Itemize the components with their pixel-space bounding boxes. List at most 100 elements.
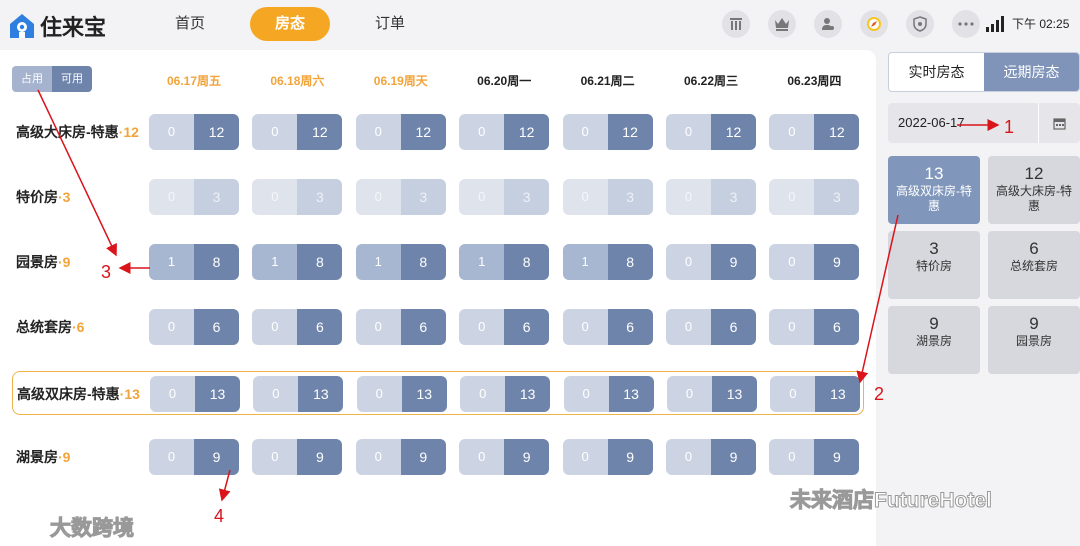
crown-icon[interactable] bbox=[768, 10, 796, 38]
room-day-cell[interactable]: 09 bbox=[769, 244, 860, 280]
room-type-row[interactable]: 高级双床房-特惠·13 0 13 0 13 0 13 0 13 0 13 0 13 0 13 bbox=[12, 371, 864, 415]
occupied-count: 0 bbox=[149, 114, 194, 150]
room-day-cell[interactable]: 06 bbox=[149, 309, 239, 345]
room-day-cell[interactable]: 0 12 bbox=[355, 114, 446, 150]
room-type-tile[interactable]: 9 园景房 bbox=[988, 306, 1080, 374]
building-icon[interactable] bbox=[722, 10, 750, 38]
right-panel: 实时房态 远期房态 2022-06-17 13 高级双床房-特惠 12 高级大床房-特… bbox=[876, 50, 1080, 546]
available-count: 6 bbox=[504, 309, 550, 345]
room-type-row[interactable]: 特价房·3 0 3 0 3 0 3 0 3 0 3 0 3 0 3 bbox=[12, 175, 864, 219]
available-count: 12 bbox=[607, 114, 653, 150]
room-type-row[interactable]: 园景房·9 1 8 1 8 1 8 1 8 1 8 0 9 0 9 bbox=[12, 240, 864, 284]
tile-count: 12 bbox=[1024, 164, 1044, 183]
room-day-cell[interactable]: 06 bbox=[459, 309, 550, 345]
room-day-cell[interactable]: 0 13 bbox=[667, 376, 757, 412]
room-day-cell[interactable]: 06 bbox=[562, 309, 653, 345]
room-day-cell[interactable]: 0 12 bbox=[252, 114, 343, 150]
room-type-row[interactable]: 湖景房·9 0 9 0 9 0 9 0 9 0 9 0 9 0 9 bbox=[12, 435, 864, 479]
tab-realtime-status[interactable]: 实时房态 bbox=[889, 53, 984, 91]
room-day-cell[interactable]: 0 12 bbox=[666, 114, 756, 150]
room-day-cell[interactable]: 06 bbox=[666, 309, 756, 345]
room-day-cell[interactable]: 0 12 bbox=[459, 114, 550, 150]
room-type-tile[interactable]: 9 湖景房 bbox=[888, 306, 980, 374]
user-settings-icon[interactable] bbox=[814, 10, 842, 38]
room-type-row[interactable]: 总统套房·6 0 6 0 6 0 6 0 6 0 6 0 6 0 6 bbox=[12, 305, 864, 349]
occupied-count: 0 bbox=[562, 309, 608, 345]
date-column-header: 06.23周四 bbox=[787, 74, 842, 88]
calendar-icon[interactable] bbox=[1038, 103, 1080, 143]
date-column-header: 06.17周五 bbox=[166, 74, 222, 88]
room-day-cell[interactable]: 0 12 bbox=[149, 114, 239, 150]
shield-icon[interactable] bbox=[906, 10, 934, 38]
room-day-cell[interactable]: 09 bbox=[666, 244, 756, 280]
room-day-cell[interactable]: 03 bbox=[149, 179, 239, 215]
room-day-cell[interactable]: 09 bbox=[769, 439, 860, 475]
status-tabs: 实时房态 远期房态 bbox=[888, 52, 1080, 92]
app-logo: 住来宝 bbox=[8, 10, 106, 42]
room-day-cell[interactable]: 09 bbox=[459, 439, 550, 475]
room-type-tile[interactable]: 3 特价房 bbox=[888, 231, 980, 299]
tile-count: 6 bbox=[1029, 239, 1039, 258]
available-count: 13 bbox=[712, 376, 757, 412]
nav-orders[interactable]: 订单 bbox=[350, 7, 430, 41]
occupied-count: 0 bbox=[667, 376, 712, 412]
room-day-cell[interactable]: 0 12 bbox=[562, 114, 653, 150]
room-day-cell[interactable]: 03 bbox=[562, 179, 653, 215]
room-day-cell[interactable]: 0 13 bbox=[150, 376, 240, 412]
room-day-cell[interactable]: 06 bbox=[252, 309, 343, 345]
room-day-cell[interactable]: 03 bbox=[666, 179, 756, 215]
room-day-cell[interactable]: 18 bbox=[459, 244, 550, 280]
room-type-tile[interactable]: 13 高级双床房-特惠 bbox=[888, 156, 980, 224]
room-day-cells: 09 09 09 09 09 09 09 bbox=[149, 439, 861, 475]
nav-home[interactable]: 首页 bbox=[150, 7, 230, 41]
room-day-cell[interactable]: 18 bbox=[355, 244, 446, 280]
room-day-cell[interactable]: 0 13 bbox=[563, 376, 654, 412]
room-day-cell[interactable]: 03 bbox=[252, 179, 343, 215]
available-count: 8 bbox=[297, 244, 343, 280]
room-day-cell[interactable]: 0 13 bbox=[460, 376, 551, 412]
room-day-cell[interactable]: 0 12 bbox=[769, 114, 860, 150]
date-picker[interactable]: 2022-06-17 bbox=[888, 103, 1080, 143]
legend-available[interactable]: 可用 bbox=[52, 66, 92, 92]
legend-occupied[interactable]: 占用 bbox=[12, 66, 52, 92]
room-day-cell[interactable]: 09 bbox=[149, 439, 239, 475]
available-count: 6 bbox=[400, 309, 446, 345]
room-day-cell[interactable]: 18 bbox=[562, 244, 653, 280]
available-count: 12 bbox=[194, 114, 239, 150]
date-column-header: 06.21周二 bbox=[580, 74, 635, 88]
room-day-cell[interactable]: 0 13 bbox=[356, 376, 447, 412]
room-type-label: 特价房·3 bbox=[16, 175, 70, 219]
room-day-cell[interactable]: 06 bbox=[355, 309, 446, 345]
room-day-cell[interactable]: 06 bbox=[769, 309, 860, 345]
more-icon[interactable] bbox=[952, 10, 980, 38]
room-day-cells: 03 03 03 03 03 03 03 bbox=[149, 179, 861, 215]
occupied-count: 0 bbox=[459, 179, 505, 215]
room-type-row[interactable]: 高级大床房-特惠·12 0 12 0 12 0 12 0 12 0 12 0 12 0 12 bbox=[12, 110, 864, 154]
room-day-cell[interactable]: 09 bbox=[666, 439, 756, 475]
room-type-tile[interactable]: 12 高级大床房-特惠 bbox=[988, 156, 1080, 224]
watermark-left: 大数跨境 bbox=[50, 517, 135, 541]
room-day-cell[interactable]: 18 bbox=[149, 244, 239, 280]
available-count: 6 bbox=[711, 309, 756, 345]
available-count: 8 bbox=[607, 244, 653, 280]
room-day-cell[interactable]: 0 13 bbox=[770, 376, 861, 412]
room-day-cell[interactable]: 09 bbox=[562, 439, 653, 475]
room-day-cell[interactable]: 09 bbox=[252, 439, 343, 475]
occupied-count: 0 bbox=[149, 439, 194, 475]
room-day-cell[interactable]: 09 bbox=[355, 439, 446, 475]
legend-toggle[interactable]: 占用 可用 bbox=[12, 66, 92, 92]
room-day-cell[interactable]: 03 bbox=[355, 179, 446, 215]
room-type-tile[interactable]: 6 总统套房 bbox=[988, 231, 1080, 299]
room-day-cell[interactable]: 0 13 bbox=[253, 376, 344, 412]
compass-icon[interactable] bbox=[860, 10, 888, 38]
available-count: 6 bbox=[814, 309, 860, 345]
clock: 下午 02:25 bbox=[1012, 17, 1070, 31]
room-day-cell[interactable]: 18 bbox=[252, 244, 343, 280]
nav-room-status[interactable]: 房态 bbox=[250, 7, 330, 41]
tab-future-status[interactable]: 远期房态 bbox=[984, 53, 1079, 91]
tile-label: 园景房 bbox=[1015, 334, 1052, 348]
available-count: 13 bbox=[195, 376, 240, 412]
room-type-label: 高级双床房-特惠·13 bbox=[17, 372, 140, 416]
room-day-cell[interactable]: 03 bbox=[459, 179, 550, 215]
room-day-cell[interactable]: 03 bbox=[769, 179, 860, 215]
